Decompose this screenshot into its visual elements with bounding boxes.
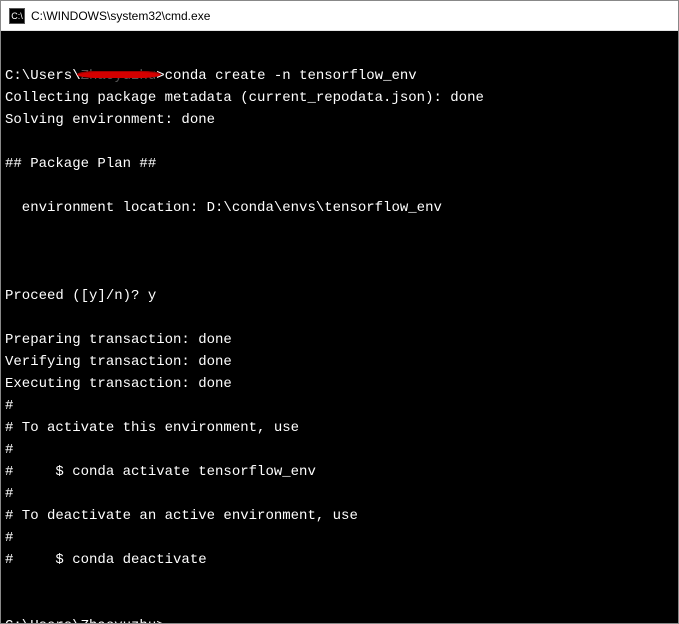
prompt-prefix: C:\Users\ <box>5 68 81 84</box>
output-line: # To deactivate an active environment, u… <box>5 508 358 524</box>
output-line: # <box>5 486 13 502</box>
output-line: Solving environment: done <box>5 112 215 128</box>
output-line: # <box>5 398 13 414</box>
censored-username: Zhaoyuzhu <box>81 65 157 87</box>
prompt-prefix: C:\Users\ <box>5 618 81 623</box>
output-line: # To activate this environment, use <box>5 420 299 436</box>
output-line: # $ conda activate tensorflow_env <box>5 464 316 480</box>
prompt-username: Zhaoyuzhu <box>81 618 157 623</box>
prompt-suffix: > <box>156 618 164 623</box>
cmd-icon: C:\ <box>9 8 25 24</box>
output-line: ## Package Plan ## <box>5 156 156 172</box>
output-line: Verifying transaction: done <box>5 354 232 370</box>
cmd-window: C:\ C:\WINDOWS\system32\cmd.exe C:\Users… <box>0 0 679 624</box>
output-line: Proceed ([y]/n)? y <box>5 288 156 304</box>
output-line: environment location: D:\conda\envs\tens… <box>5 200 442 216</box>
command-text: conda create -n tensorflow_env <box>165 68 417 84</box>
output-line: Executing transaction: done <box>5 376 232 392</box>
terminal[interactable]: C:\Users\Zhaoyuzhu>conda create -n tenso… <box>1 31 678 623</box>
window-title: C:\WINDOWS\system32\cmd.exe <box>31 9 210 23</box>
output-line: # <box>5 530 13 546</box>
output-line: # $ conda deactivate <box>5 552 207 568</box>
output-line: # <box>5 442 13 458</box>
titlebar[interactable]: C:\ C:\WINDOWS\system32\cmd.exe <box>1 1 678 31</box>
output-line: Preparing transaction: done <box>5 332 232 348</box>
output-line: Collecting package metadata (current_rep… <box>5 90 484 106</box>
